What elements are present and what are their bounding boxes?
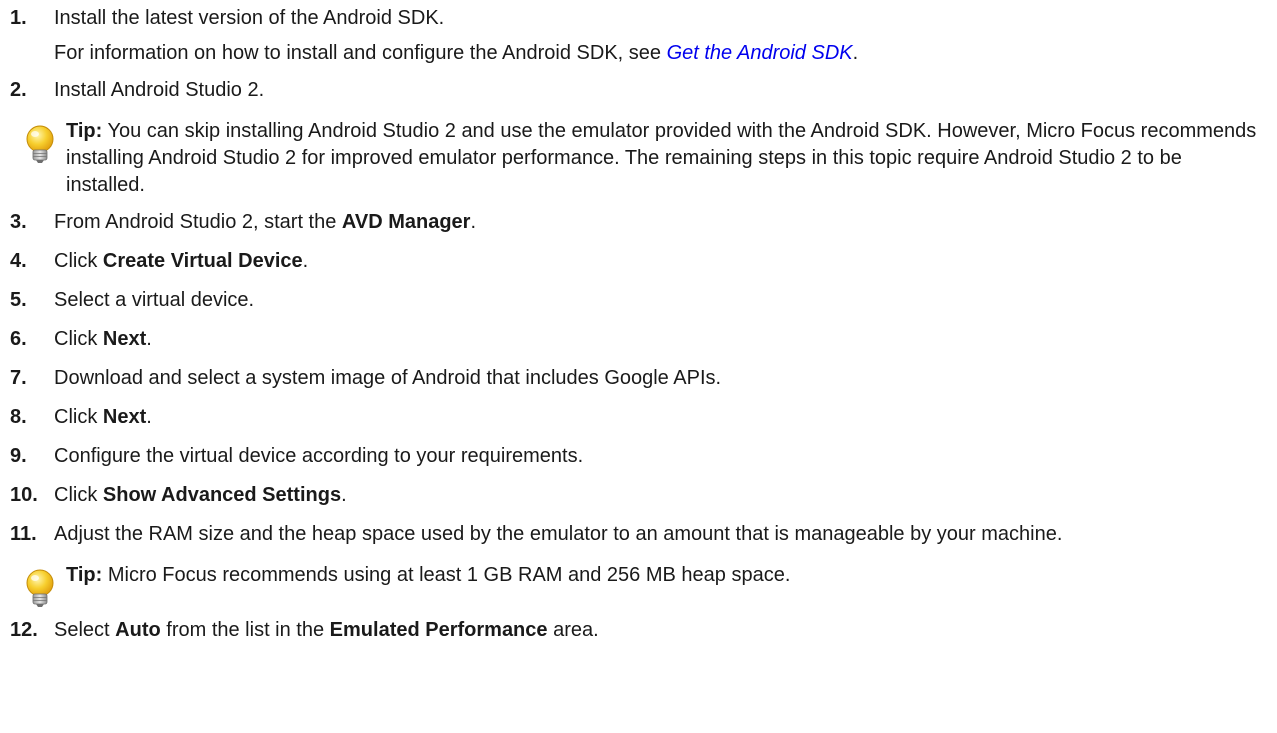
step-text-start: Select (54, 619, 116, 641)
step-text: Install the latest version of the Androi… (54, 7, 445, 29)
step-3: 3. From Android Studio 2, start the AVD … (10, 209, 1265, 236)
step-detail: For information on how to install and co… (54, 40, 1265, 67)
step-2: 2. Install Android Studio 2. (10, 77, 1265, 104)
step-detail-end: . (852, 42, 859, 64)
step-text-start: Click (54, 328, 103, 350)
step-text: Click Show Advanced Settings. (54, 482, 1265, 509)
step-number: 2. (10, 79, 27, 101)
get-android-sdk-link[interactable]: Get the Android SDK (667, 42, 853, 64)
step-12: 12. Select Auto from the list in the Emu… (10, 617, 1265, 644)
step-7: 7. Download and select a system image of… (10, 365, 1265, 392)
step-number: 5. (10, 289, 27, 311)
step-text-end: . (470, 211, 477, 233)
step-text: Click Next. (54, 326, 1265, 353)
step-11: 11. Adjust the RAM size and the heap spa… (10, 521, 1265, 548)
step-4: 4. Click Create Virtual Device. (10, 248, 1265, 275)
tip-label: Tip: (66, 120, 103, 142)
step-9: 9. Configure the virtual device accordin… (10, 443, 1265, 470)
step-text: Adjust the RAM size and the heap space u… (54, 523, 1063, 545)
step-text: Download and select a system image of An… (54, 367, 722, 389)
ui-term-create-virtual-device: Create Virtual Device (102, 250, 303, 272)
step-text: Click Next. (54, 404, 1265, 431)
tip-body: You can skip installing Android Studio 2… (66, 120, 1257, 196)
step-text: Select a virtual device. (54, 289, 255, 311)
tip-note: Tip: You can skip installing Android Stu… (10, 118, 1265, 199)
step-5: 5. Select a virtual device. (10, 287, 1265, 314)
step-text-end: . (302, 250, 309, 272)
step-text: Select Auto from the list in the Emulate… (54, 617, 1265, 644)
ui-term-show-advanced-settings: Show Advanced Settings (102, 484, 342, 506)
step-number: 1. (10, 7, 27, 29)
step-1: 1. Install the latest version of the And… (10, 5, 1265, 67)
step-number: 12. (10, 619, 38, 641)
instruction-list: 1. Install the latest version of the And… (10, 5, 1265, 644)
lightbulb-icon (26, 125, 54, 163)
step-text-start: Click (54, 406, 103, 428)
tip-text: Tip: Micro Focus recommends using at lea… (66, 564, 790, 586)
step-10: 10. Click Show Advanced Settings. (10, 482, 1265, 509)
step-text-start: From Android Studio 2, start the (54, 211, 342, 233)
step-number: 3. (10, 211, 27, 233)
step-text: Install Android Studio 2. (54, 79, 265, 101)
step-text-start: Click (54, 484, 103, 506)
step-text: From Android Studio 2, start the AVD Man… (54, 209, 1265, 236)
tip-label: Tip: (66, 564, 103, 586)
tip-note: Tip: Micro Focus recommends using at lea… (10, 562, 1265, 607)
step-number: 8. (10, 406, 27, 428)
ui-term-avd-manager: AVD Manager (341, 211, 471, 233)
step-text: Click Create Virtual Device. (54, 248, 1265, 275)
step-text-end: . (146, 406, 152, 428)
lightbulb-icon (26, 569, 54, 607)
step-number: 7. (10, 367, 27, 389)
step-text-middle: from the list in the (160, 619, 330, 641)
ui-term-auto: Auto (115, 619, 161, 641)
step-number: 6. (10, 328, 27, 350)
step-text: Configure the virtual device according t… (54, 445, 584, 467)
ui-term-next: Next (102, 406, 147, 428)
step-detail-text: For information on how to install and co… (54, 42, 667, 64)
step-text-end: . (341, 484, 347, 506)
tip-body: Micro Focus recommends using at least 1 … (102, 564, 791, 586)
step-8: 8. Click Next. (10, 404, 1265, 431)
step-text-start: Click (54, 250, 103, 272)
step-number: 4. (10, 250, 27, 272)
step-number: 10. (10, 484, 38, 506)
tip-text: Tip: You can skip installing Android Stu… (66, 120, 1256, 196)
step-text-end: area. (547, 619, 599, 641)
step-number: 9. (10, 445, 27, 467)
step-6: 6. Click Next. (10, 326, 1265, 353)
ui-term-next: Next (102, 328, 147, 350)
ui-term-emulated-performance: Emulated Performance (329, 619, 548, 641)
step-number: 11. (10, 523, 37, 545)
step-text-end: . (146, 328, 152, 350)
